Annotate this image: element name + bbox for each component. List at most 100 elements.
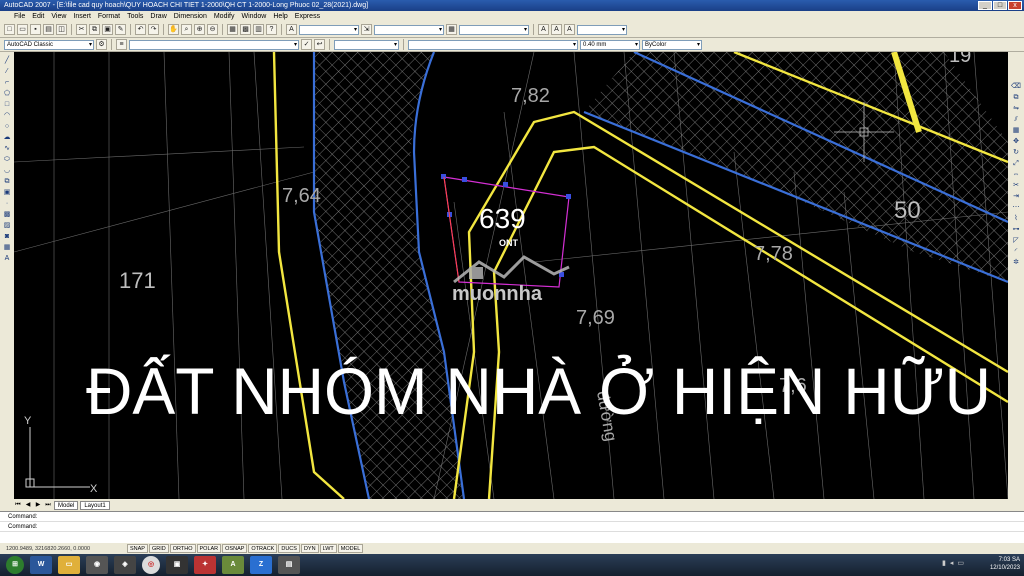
arc-icon[interactable]: ◠: [2, 111, 12, 121]
move-icon[interactable]: ✥: [1011, 137, 1021, 147]
ellipse-icon[interactable]: ⬭: [2, 155, 12, 165]
zoom-window-icon[interactable]: ⊕: [194, 24, 205, 35]
point-icon[interactable]: ·: [2, 199, 12, 209]
paste-icon[interactable]: ▣: [102, 24, 113, 35]
next-tab-icon[interactable]: ▶: [34, 501, 42, 509]
array-icon[interactable]: ▦: [1011, 126, 1021, 136]
circle-icon[interactable]: ○: [2, 122, 12, 132]
table-style-combo[interactable]: [459, 24, 529, 35]
spline-icon[interactable]: ∿: [2, 144, 12, 154]
region-icon[interactable]: ◙: [2, 232, 12, 242]
scale-text-icon[interactable]: A: [564, 24, 575, 35]
copy-object-icon[interactable]: ⧉: [1011, 93, 1021, 103]
viewer-icon[interactable]: ▤: [278, 556, 300, 574]
dim-style-icon[interactable]: ⇲: [361, 24, 372, 35]
folder-icon[interactable]: ▭: [58, 556, 80, 574]
drawing-canvas[interactable]: muonnha 639 ONT 171 50 19 7,82 7,64 7,78…: [14, 52, 1008, 499]
trim-icon[interactable]: ✂: [1011, 181, 1021, 191]
break-icon[interactable]: ⌇: [1011, 214, 1021, 224]
plotstyle-combo[interactable]: ByColor: [642, 39, 702, 50]
break-point-icon[interactable]: ⋯: [1011, 203, 1021, 213]
tool-palette-icon[interactable]: ▥: [253, 24, 264, 35]
red-app-icon[interactable]: ✦: [194, 556, 216, 574]
command-window[interactable]: Command: Command:: [0, 511, 1024, 543]
offset-icon[interactable]: ⫽: [1011, 115, 1021, 125]
construction-line-icon[interactable]: ⁄: [2, 67, 12, 77]
new-file-icon[interactable]: □: [4, 24, 15, 35]
menu-insert[interactable]: Insert: [73, 11, 91, 22]
help-icon[interactable]: ?: [266, 24, 277, 35]
dim-style-combo[interactable]: [374, 24, 444, 35]
table-style-icon[interactable]: ▦: [446, 24, 457, 35]
menu-view[interactable]: View: [51, 11, 66, 22]
menu-draw[interactable]: Draw: [150, 11, 166, 22]
tab-model[interactable]: Model: [54, 500, 79, 510]
zoom-previous-icon[interactable]: ⊖: [207, 24, 218, 35]
game-icon[interactable]: ◈: [114, 556, 136, 574]
text-style-combo[interactable]: [299, 24, 359, 35]
ellipse-arc-icon[interactable]: ◡: [2, 166, 12, 176]
rotate-icon[interactable]: ↻: [1011, 148, 1021, 158]
grid-toggle[interactable]: GRID: [148, 544, 169, 553]
fillet-icon[interactable]: ◜: [1011, 247, 1021, 257]
last-tab-icon[interactable]: ⏭: [44, 501, 52, 509]
annotation-combo[interactable]: [577, 24, 627, 35]
gradient-icon[interactable]: ▨: [2, 221, 12, 231]
menu-file[interactable]: File: [14, 11, 25, 22]
revision-cloud-icon[interactable]: ☁: [2, 133, 12, 143]
edit-text-icon[interactable]: A: [551, 24, 562, 35]
word-icon[interactable]: W: [30, 556, 52, 574]
text-icon[interactable]: A: [538, 24, 549, 35]
preview-icon[interactable]: ◫: [56, 24, 67, 35]
battery-icon[interactable]: ▭: [957, 559, 964, 567]
explode-icon[interactable]: ✲: [1011, 258, 1021, 268]
insert-block-icon[interactable]: ⧉: [2, 177, 12, 187]
zalo-icon[interactable]: Z: [250, 556, 272, 574]
text-style-icon[interactable]: A: [286, 24, 297, 35]
menu-window[interactable]: Window: [241, 11, 266, 22]
menu-format[interactable]: Format: [98, 11, 120, 22]
autocad-taskbar-icon[interactable]: A: [222, 556, 244, 574]
erase-icon[interactable]: ⌫: [1011, 82, 1021, 92]
make-current-icon[interactable]: ✓: [301, 39, 312, 50]
color-combo[interactable]: [334, 39, 399, 50]
maximize-button[interactable]: □: [993, 1, 1007, 10]
polar-toggle[interactable]: POLAR: [196, 544, 222, 553]
dyn-toggle[interactable]: DYN: [300, 544, 319, 553]
ducs-toggle[interactable]: DUCS: [278, 544, 300, 553]
model-toggle[interactable]: MODEL: [337, 544, 364, 553]
match-properties-icon[interactable]: ✎: [115, 24, 126, 35]
stretch-icon[interactable]: ⇔: [1011, 170, 1021, 180]
start-button-icon[interactable]: ⊞: [6, 556, 24, 574]
first-tab-icon[interactable]: ⏮: [14, 501, 22, 509]
minimize-button[interactable]: _: [978, 1, 992, 10]
copy-icon[interactable]: ⧉: [89, 24, 100, 35]
network-icon[interactable]: ▮: [942, 559, 946, 567]
menu-edit[interactable]: Edit: [32, 11, 44, 22]
print-icon[interactable]: ▤: [43, 24, 54, 35]
close-button[interactable]: x: [1008, 1, 1022, 10]
cut-icon[interactable]: ✂: [76, 24, 87, 35]
osnap-toggle[interactable]: OSNAP: [222, 544, 248, 553]
menu-tools[interactable]: Tools: [127, 11, 143, 22]
hatch-icon[interactable]: ▩: [2, 210, 12, 220]
lwt-toggle[interactable]: LWT: [319, 544, 337, 553]
workspace-settings-icon[interactable]: ⚙: [96, 39, 107, 50]
linetype-combo[interactable]: [408, 39, 578, 50]
zoom-realtime-icon[interactable]: ⌕: [181, 24, 192, 35]
undo-icon[interactable]: ↶: [135, 24, 146, 35]
make-block-icon[interactable]: ▣: [2, 188, 12, 198]
pan-icon[interactable]: ✋: [168, 24, 179, 35]
volume-icon[interactable]: ◂: [950, 559, 954, 567]
tab-layout1[interactable]: Layout1: [80, 500, 110, 510]
save-icon[interactable]: ▪: [30, 24, 41, 35]
menu-modify[interactable]: Modify: [214, 11, 235, 22]
menu-express[interactable]: Express: [295, 11, 320, 22]
snap-toggle[interactable]: SNAP: [127, 544, 148, 553]
app-icon[interactable]: ▣: [166, 556, 188, 574]
polygon-icon[interactable]: ⬠: [2, 89, 12, 99]
mirror-icon[interactable]: ⇋: [1011, 104, 1021, 114]
extend-icon[interactable]: ⇥: [1011, 192, 1021, 202]
chamfer-icon[interactable]: ◸: [1011, 236, 1021, 246]
open-file-icon[interactable]: ▭: [17, 24, 28, 35]
